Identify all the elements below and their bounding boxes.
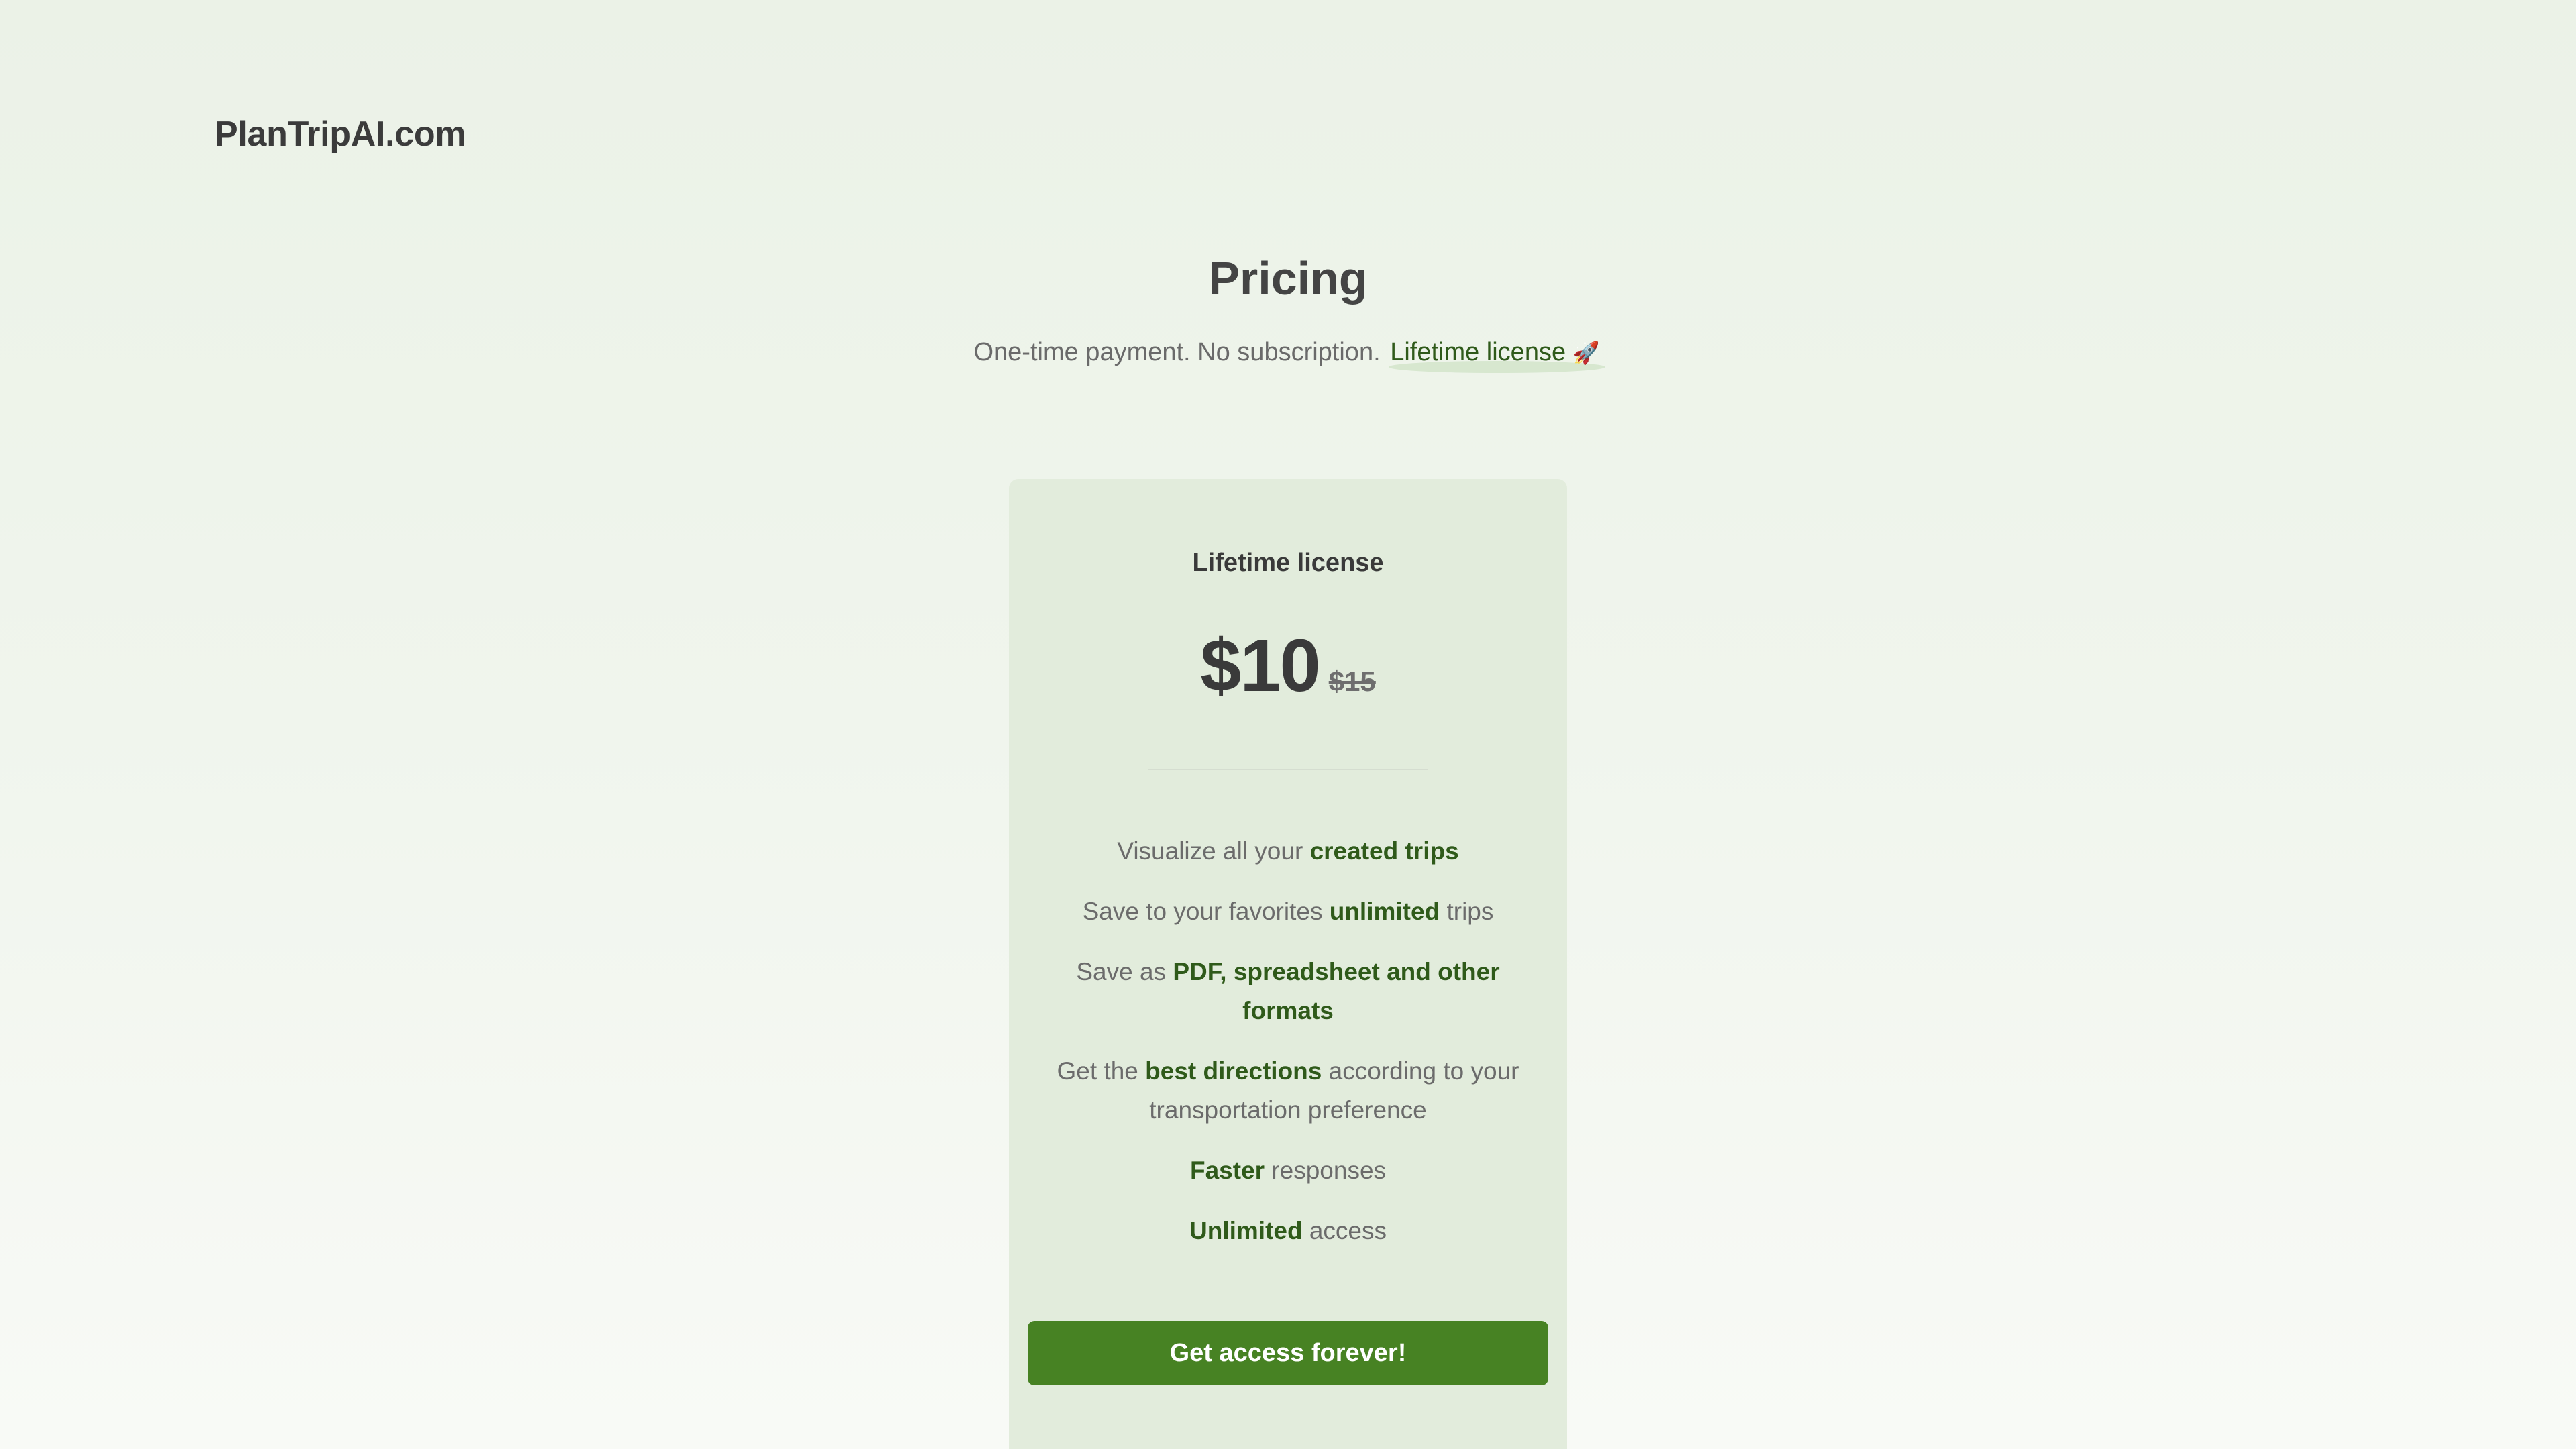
rocket-icon: 🚀 <box>1572 341 1600 365</box>
feature-text: Save as <box>1076 958 1173 985</box>
divider <box>1148 769 1428 770</box>
current-price: $10 <box>1200 625 1321 707</box>
feature-item: Faster responses <box>1042 1151 1534 1190</box>
plan-name: Lifetime license <box>1192 549 1384 577</box>
brand-logo[interactable]: PlanTripAI.com <box>215 111 466 158</box>
pricing-card: Lifetime license $10 $15 Visualize all yo… <box>1009 479 1567 1449</box>
feature-text: trips <box>1440 898 1494 925</box>
feature-highlight: unlimited <box>1329 898 1440 925</box>
subtitle-text: One-time payment. No subscription. <box>973 338 1388 366</box>
feature-item: Visualize all your created trips <box>1042 832 1534 871</box>
feature-highlight: Faster <box>1189 1157 1265 1184</box>
feature-highlight: PDF, spreadsheet and other formats <box>1173 958 1500 1024</box>
get-access-button[interactable]: Get access forever! <box>1028 1321 1548 1385</box>
price-row: $10 $15 <box>1009 623 1567 708</box>
page-title: Pricing <box>1208 252 1368 305</box>
feature-text: Save to your favorites <box>1082 898 1330 925</box>
feature-text: responses <box>1265 1157 1387 1184</box>
feature-text: Visualize all your <box>1117 837 1310 865</box>
feature-item: Save to your favorites unlimited trips <box>1042 892 1534 931</box>
feature-highlight: best directions <box>1145 1057 1322 1085</box>
original-price: $15 <box>1328 665 1376 697</box>
feature-item: Unlimited access <box>1042 1212 1534 1250</box>
subtitle-highlight-text: Lifetime license <box>1390 338 1566 366</box>
pricing-subtitle: One-time payment. No subscription. Lifet… <box>0 333 2576 373</box>
feature-item: Get the best directions according to you… <box>1042 1052 1534 1130</box>
feature-list: Visualize all your created trips Save to… <box>1042 832 1534 1272</box>
subtitle-highlight: Lifetime license 🚀 <box>1387 333 1605 373</box>
feature-text: access <box>1302 1217 1387 1244</box>
feature-item: Save as PDF, spreadsheet and other forma… <box>1042 953 1534 1030</box>
feature-highlight: Unlimited <box>1189 1217 1303 1244</box>
feature-highlight: created trips <box>1309 837 1459 865</box>
feature-text: Get the <box>1057 1057 1146 1085</box>
